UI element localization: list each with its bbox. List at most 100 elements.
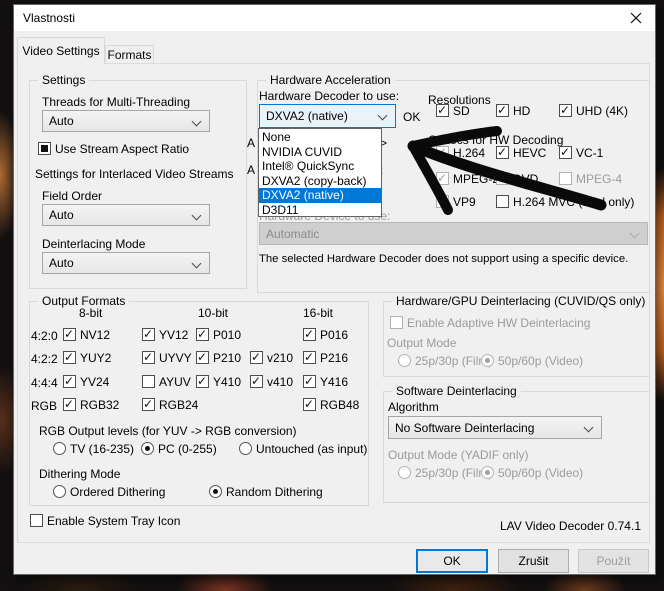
tab-video-settings[interactable]: Video Settings bbox=[17, 37, 105, 64]
checkbox-box bbox=[496, 172, 509, 185]
hw-device-value: Automatic bbox=[266, 227, 319, 241]
hw-decoder-dropdown-list: None NVIDIA CUVID Intel® QuickSync DXVA2… bbox=[258, 128, 382, 217]
titlebar: Vlastnosti bbox=[14, 5, 655, 31]
chevron-down-icon bbox=[192, 259, 202, 269]
radio-circle bbox=[209, 485, 222, 498]
checkbox-box bbox=[30, 514, 43, 527]
deinterlacing-mode-combobox[interactable]: Auto bbox=[42, 252, 210, 274]
hw-decoder-value: DXVA2 (native) bbox=[266, 109, 348, 123]
chevron-down-icon bbox=[630, 229, 640, 239]
checkbox-box bbox=[559, 146, 572, 159]
radio-circle bbox=[53, 485, 66, 498]
algorithm-value: No Software Deinterlacing bbox=[395, 421, 534, 435]
ok-button[interactable]: OK bbox=[416, 549, 488, 573]
row-label-422: 4:2:2 bbox=[31, 352, 58, 366]
col-header-8bit: 8-bit bbox=[79, 306, 102, 320]
hw-device-note: The selected Hardware Decoder does not s… bbox=[259, 253, 628, 265]
checkbox-box bbox=[303, 375, 316, 388]
checkbox-box bbox=[496, 104, 509, 117]
radio-circle bbox=[239, 442, 252, 455]
obscured-text-fragment: A bbox=[247, 136, 255, 150]
close-icon bbox=[630, 12, 642, 24]
row-label-rgb: RGB bbox=[31, 399, 57, 413]
field-order-value: Auto bbox=[49, 208, 74, 222]
checkbox-box bbox=[142, 375, 155, 388]
threads-combobox[interactable]: Auto bbox=[42, 110, 210, 132]
cancel-button[interactable]: Zrušit bbox=[498, 549, 569, 573]
dropdown-item-d3d11[interactable]: D3D11 bbox=[259, 203, 381, 218]
field-order-combobox[interactable]: Auto bbox=[42, 204, 210, 226]
settings-group-title: Settings bbox=[38, 73, 89, 87]
window-title: Vlastnosti bbox=[23, 5, 75, 31]
hw-decoder-status: OK bbox=[403, 110, 420, 124]
hardware-acceleration-group-title: Hardware Acceleration bbox=[266, 73, 395, 87]
chevron-down-icon bbox=[584, 423, 594, 433]
radio-circle bbox=[141, 442, 154, 455]
radio-circle bbox=[53, 442, 66, 455]
dropdown-item-none[interactable]: None bbox=[259, 130, 381, 145]
dropdown-item-dxva2-copy-back[interactable]: DXVA2 (copy-back) bbox=[259, 174, 381, 189]
chevron-down-icon bbox=[378, 111, 388, 121]
tab-formats[interactable]: Formats bbox=[105, 45, 154, 64]
checkbox-box bbox=[303, 328, 316, 341]
yadif-output-mode-label: Output Mode (YADIF only) bbox=[388, 448, 529, 462]
checkbox-box bbox=[436, 195, 449, 208]
checkbox-box bbox=[63, 328, 76, 341]
dropdown-item-dxva2-native[interactable]: DXVA2 (native) bbox=[259, 188, 381, 203]
checkbox-box bbox=[436, 172, 449, 185]
checkbox-box bbox=[196, 375, 209, 388]
dithering-mode-label: Dithering Mode bbox=[39, 467, 120, 481]
checkbox-box bbox=[303, 398, 316, 411]
checkbox-box bbox=[142, 351, 155, 364]
checkbox-box bbox=[559, 172, 572, 185]
checkbox-box bbox=[250, 351, 263, 364]
checkbox-box bbox=[250, 375, 263, 388]
checkbox-box bbox=[63, 375, 76, 388]
hw-decoder-label: Hardware Decoder to use: bbox=[259, 89, 399, 103]
checkbox-box bbox=[390, 316, 403, 329]
version-text: LAV Video Decoder 0.74.1 bbox=[394, 519, 641, 533]
checkbox-box bbox=[559, 104, 572, 117]
radio-circle bbox=[481, 466, 494, 479]
checkbox-box bbox=[496, 195, 509, 208]
hw-deinterlacing-group-title: Hardware/GPU Deinterlacing (CUVID/QS onl… bbox=[392, 294, 649, 308]
checkbox-box bbox=[63, 398, 76, 411]
dropdown-item-nvidia-cuvid[interactable]: NVIDIA CUVID bbox=[259, 145, 381, 160]
dropdown-item-intel-quicksync[interactable]: Intel® QuickSync bbox=[259, 159, 381, 174]
deinterlacing-mode-label: Deinterlacing Mode bbox=[42, 237, 145, 251]
checkbox-box bbox=[436, 104, 449, 117]
chevron-down-icon bbox=[192, 211, 202, 221]
hw-output-mode-label: Output Mode bbox=[387, 336, 456, 350]
radio-circle bbox=[398, 354, 411, 367]
sw-deinterlacing-group-title: Software Deinterlacing bbox=[392, 384, 521, 398]
codecs-label: Codecs for HW Decoding bbox=[428, 133, 563, 147]
interlaced-heading: Settings for Interlaced Video Streams bbox=[35, 167, 234, 181]
checkbox-box bbox=[436, 146, 449, 159]
checkbox-box bbox=[38, 142, 51, 155]
threads-label: Threads for Multi-Threading bbox=[42, 95, 190, 109]
obscured-text-fragment: A bbox=[247, 163, 255, 177]
hw-device-combobox: Automatic bbox=[259, 222, 648, 245]
deinterlacing-mode-value: Auto bbox=[49, 256, 74, 270]
hw-decoder-combobox[interactable]: DXVA2 (native) bbox=[259, 104, 396, 128]
radio-circle bbox=[481, 354, 494, 367]
chevron-down-icon bbox=[192, 117, 202, 127]
close-button[interactable] bbox=[620, 5, 652, 31]
checkbox-box bbox=[196, 351, 209, 364]
checkbox-box bbox=[63, 351, 76, 364]
col-header-16bit: 16-bit bbox=[303, 306, 333, 320]
checkbox-box bbox=[303, 351, 316, 364]
row-label-420: 4:2:0 bbox=[31, 329, 58, 343]
row-label-444: 4:4:4 bbox=[31, 376, 58, 390]
algorithm-combobox[interactable]: No Software Deinterlacing bbox=[388, 416, 602, 439]
col-header-10bit: 10-bit bbox=[198, 306, 228, 320]
checkbox-box bbox=[196, 328, 209, 341]
rgb-levels-label: RGB Output levels (for YUV -> RGB conver… bbox=[39, 424, 297, 438]
threads-value: Auto bbox=[49, 114, 74, 128]
algorithm-label: Algorithm bbox=[388, 400, 439, 414]
checkbox-box bbox=[496, 146, 509, 159]
checkbox-box bbox=[142, 328, 155, 341]
properties-dialog: Vlastnosti Video Settings Formats Settin… bbox=[13, 4, 656, 575]
apply-button: Použít bbox=[578, 549, 649, 573]
field-order-label: Field Order bbox=[42, 189, 102, 203]
